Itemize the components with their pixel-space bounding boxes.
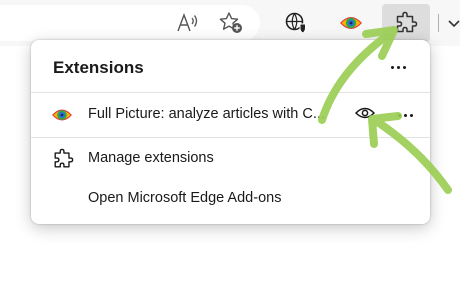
extension-more-options-button[interactable] <box>390 100 420 130</box>
chevron-down-icon <box>447 18 460 28</box>
full-picture-extension-icon <box>339 14 363 32</box>
toolbar-divider <box>438 14 439 32</box>
read-aloud-icon <box>176 12 200 34</box>
overflow-button[interactable] <box>444 5 460 41</box>
visibility-eye-icon <box>354 105 376 126</box>
tracking-prevention-button[interactable] <box>278 5 314 41</box>
read-aloud-button[interactable] <box>170 5 206 41</box>
panel-title: Extensions <box>53 58 144 77</box>
panel-more-options-button[interactable] <box>383 52 413 82</box>
extension-name: Full Picture: analyze articles with C... <box>88 106 325 122</box>
extensions-puzzle-icon <box>394 11 418 35</box>
extensions-button[interactable] <box>382 4 430 42</box>
extensions-panel: Extensions Full Picture: analyze article… <box>31 40 430 224</box>
more-options-icon <box>397 113 413 117</box>
show-in-toolbar-button[interactable] <box>349 100 381 130</box>
panel-header: Extensions <box>31 40 430 92</box>
browser-window: Extensions Full Picture: analyze article… <box>0 0 460 300</box>
open-edge-addons-label: Open Microsoft Edge Add-ons <box>88 190 282 206</box>
add-favorite-button[interactable] <box>214 5 250 41</box>
extension-row-full-picture[interactable]: Full Picture: analyze articles with C... <box>31 93 430 137</box>
more-options-icon <box>390 65 406 69</box>
open-edge-addons-item[interactable]: Open Microsoft Edge Add-ons <box>31 179 430 219</box>
divider <box>31 137 430 138</box>
manage-extensions-item[interactable]: Manage extensions <box>31 139 430 179</box>
full-picture-extension-button[interactable] <box>333 5 369 41</box>
add-favorite-icon <box>219 11 245 35</box>
puzzle-icon <box>52 148 74 170</box>
tracking-prevention-icon <box>284 11 308 35</box>
manage-extensions-label: Manage extensions <box>88 150 214 166</box>
full-picture-eye-icon <box>51 107 73 123</box>
